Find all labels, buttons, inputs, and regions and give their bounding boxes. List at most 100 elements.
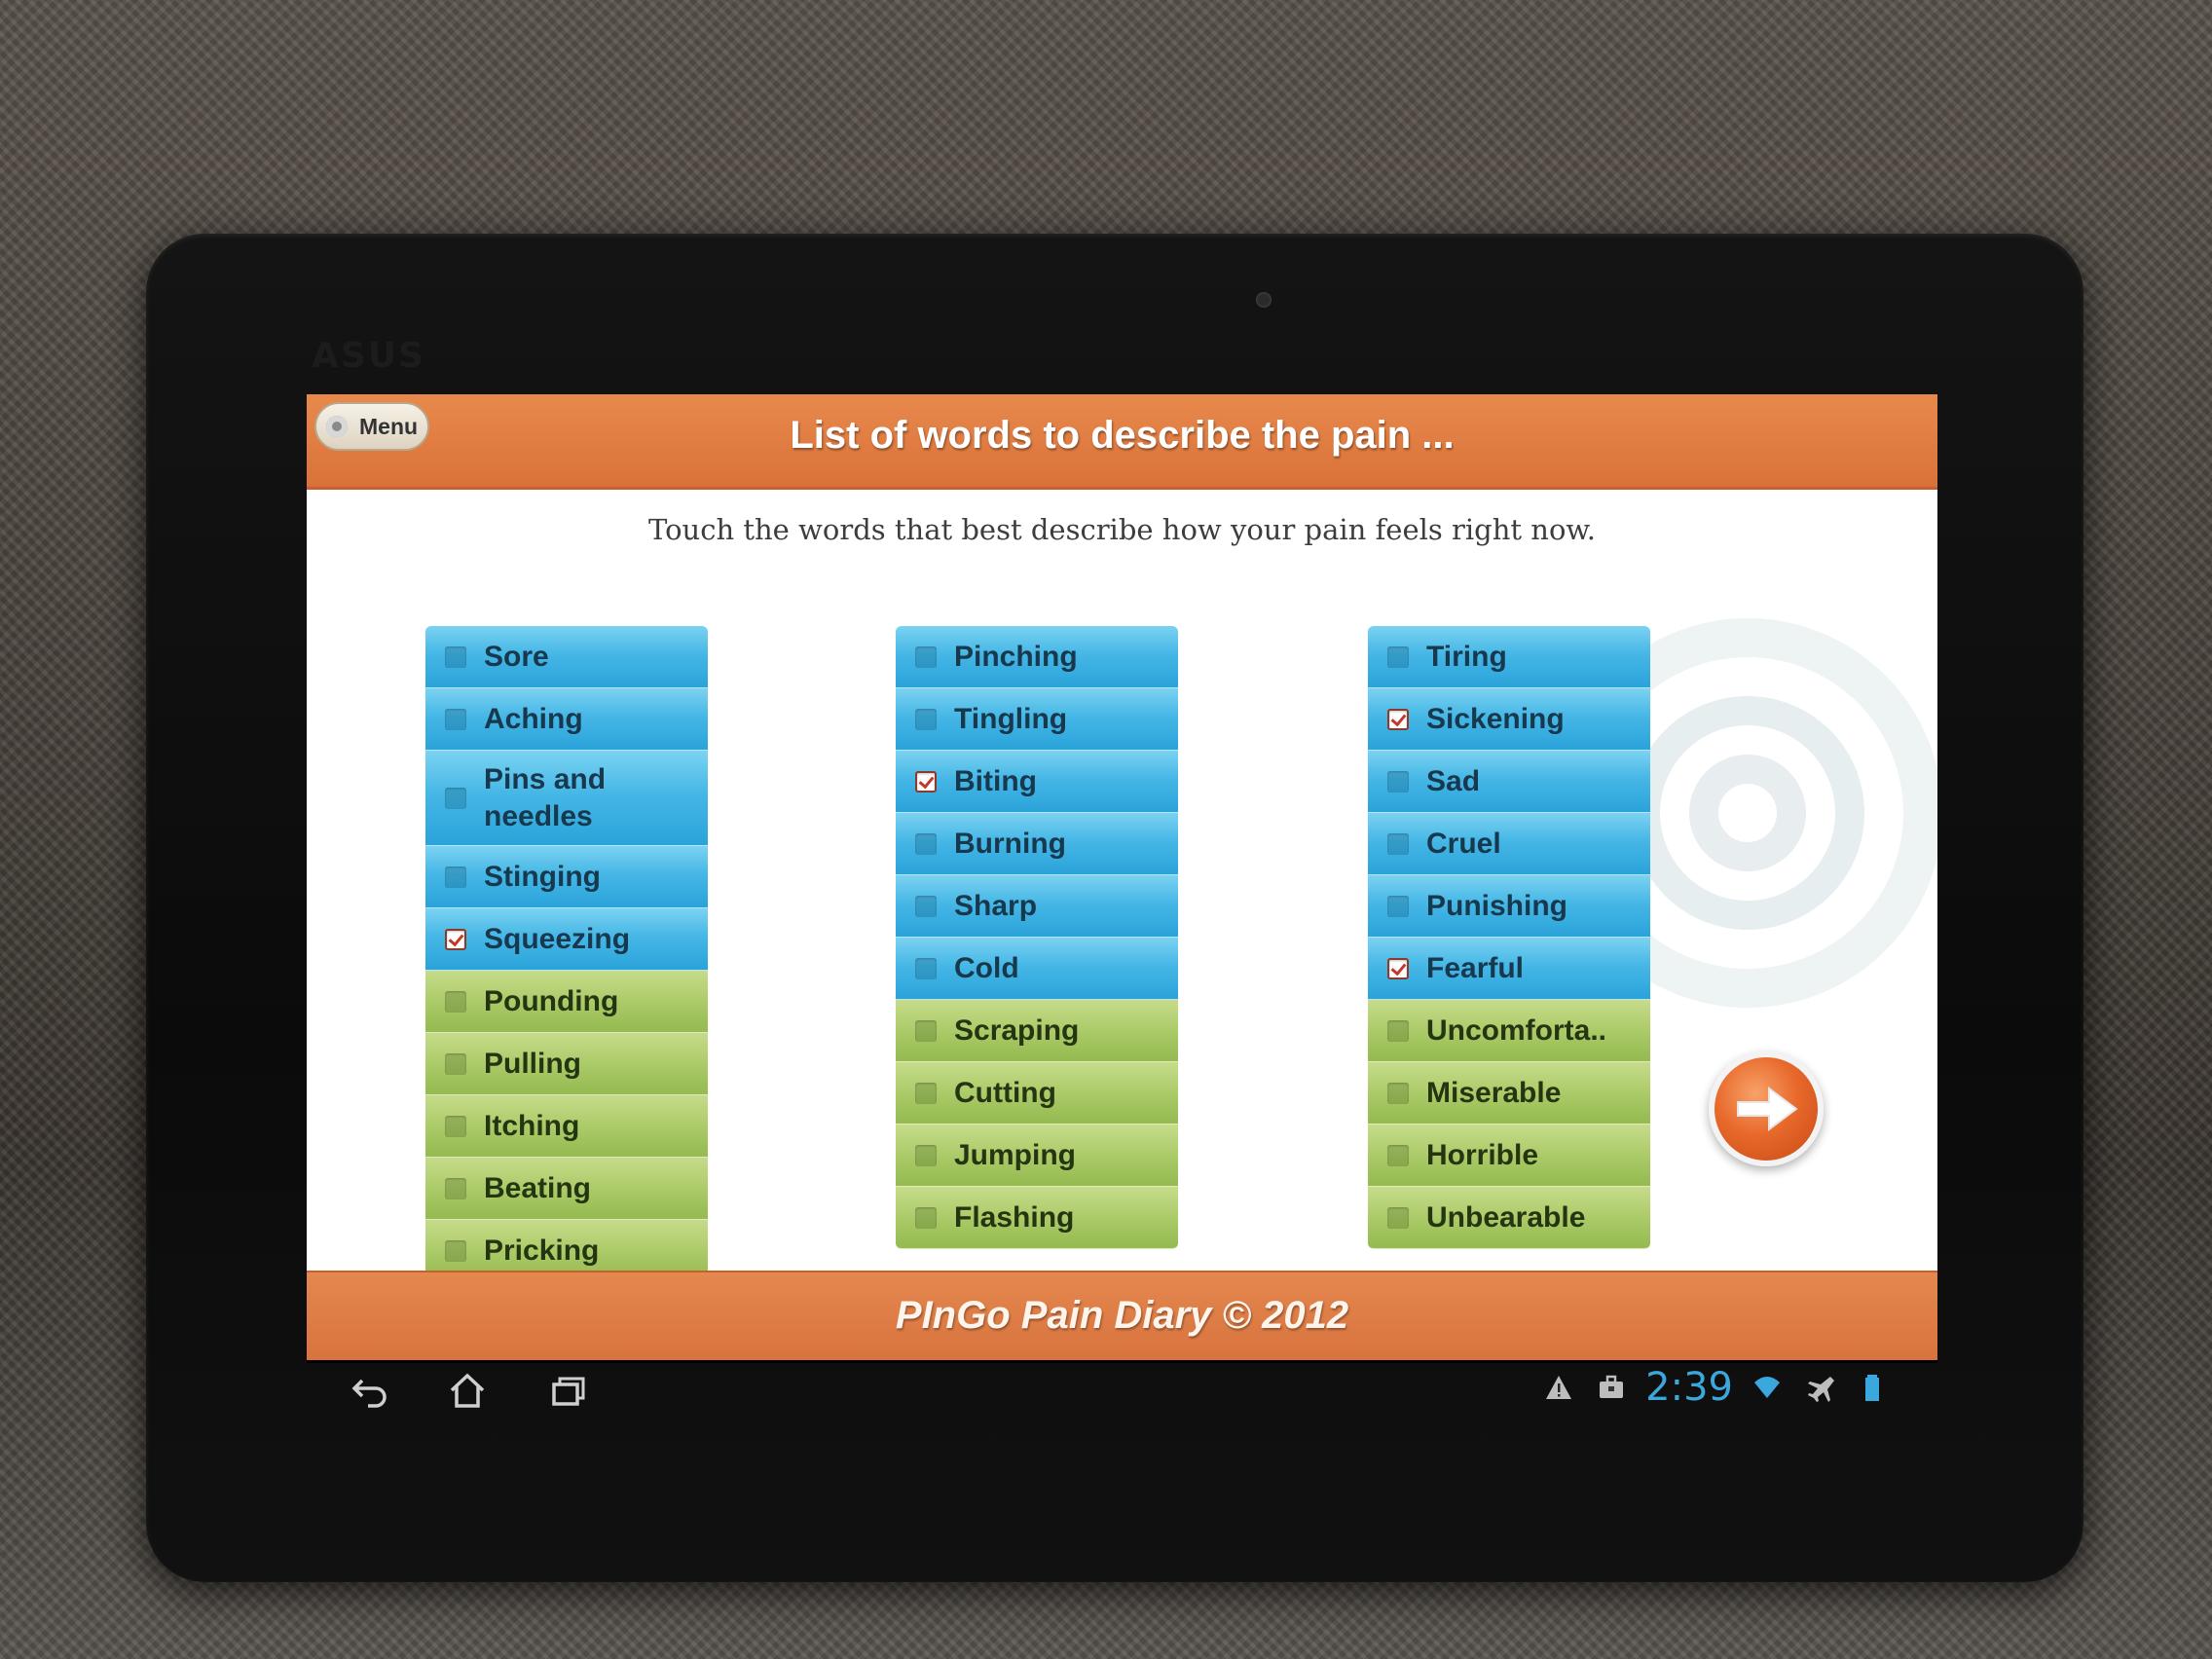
checkbox[interactable] [445, 1177, 466, 1199]
word-option-label: Cutting [954, 1076, 1056, 1109]
word-option-label: Burning [954, 827, 1066, 860]
word-option[interactable]: Pinching [896, 626, 1178, 688]
checkbox-checked[interactable] [1387, 708, 1409, 730]
checkbox[interactable] [915, 895, 937, 917]
checkbox[interactable] [445, 708, 466, 730]
checkbox-checked[interactable] [445, 928, 466, 950]
word-option[interactable]: Horrible [1368, 1124, 1650, 1187]
checkbox[interactable] [915, 1019, 937, 1042]
checkbox[interactable] [1387, 832, 1409, 855]
app-footer: PInGo Pain Diary © 2012 [307, 1271, 1937, 1360]
word-option[interactable]: Scraping [896, 1000, 1178, 1062]
word-option-label: Flashing [954, 1200, 1075, 1234]
word-option[interactable]: Itching [425, 1095, 708, 1158]
word-option-label: Horrible [1426, 1138, 1539, 1171]
word-option[interactable]: Stinging [425, 846, 708, 908]
app-header: Menu List of words to describe the pain … [307, 394, 1937, 490]
checkbox[interactable] [915, 1144, 937, 1166]
word-option[interactable]: Squeezing [425, 908, 708, 971]
back-icon[interactable] [350, 1371, 389, 1410]
word-option[interactable]: Miserable [1368, 1062, 1650, 1124]
status-area: 2:39 [1532, 1365, 1899, 1410]
word-option-label: Scraping [954, 1014, 1080, 1047]
checkbox[interactable] [1387, 1019, 1409, 1042]
word-option[interactable]: Aching [425, 688, 708, 751]
word-option-label: Pinching [954, 640, 1078, 673]
checkbox[interactable] [445, 1115, 466, 1137]
word-option-label: Uncomforta.. [1426, 1014, 1607, 1047]
word-option[interactable]: Sickening [1368, 688, 1650, 751]
word-option[interactable]: Jumping [896, 1124, 1178, 1187]
checkbox[interactable] [1387, 895, 1409, 917]
battery-icon [1865, 1375, 1879, 1401]
word-option[interactable]: Sore [425, 626, 708, 688]
word-option-label: Beating [484, 1171, 592, 1204]
checkbox[interactable] [915, 832, 937, 855]
status-clock: 2:39 [1645, 1365, 1733, 1410]
device-brand-logo: ASUS [312, 336, 425, 376]
checkbox[interactable] [445, 1239, 466, 1262]
checkbox[interactable] [915, 957, 937, 979]
word-option-label: Sad [1426, 764, 1481, 797]
checkbox[interactable] [445, 990, 466, 1013]
word-option[interactable]: Biting [896, 751, 1178, 813]
word-option-label: Fearful [1426, 951, 1525, 984]
checkbox[interactable] [915, 708, 937, 730]
word-option[interactable]: Tingling [896, 688, 1178, 751]
app-view: Menu List of words to describe the pain … [307, 394, 1937, 1360]
word-option[interactable]: Cold [896, 938, 1178, 1000]
word-option[interactable]: Unbearable [1368, 1187, 1650, 1249]
checkbox[interactable] [445, 866, 466, 888]
word-option-label: Punishing [1426, 889, 1567, 922]
word-option-label: Unbearable [1426, 1200, 1586, 1234]
word-option[interactable]: Flashing [896, 1187, 1178, 1249]
word-option-label: Aching [484, 702, 583, 735]
checkbox[interactable] [1387, 645, 1409, 668]
checkbox-checked[interactable] [915, 770, 937, 793]
checkbox[interactable] [445, 787, 466, 809]
warning-icon [1546, 1376, 1572, 1399]
checkbox[interactable] [1387, 1206, 1409, 1229]
word-option[interactable]: Sad [1368, 751, 1650, 813]
checkbox[interactable] [1387, 1144, 1409, 1166]
briefcase-icon [1600, 1375, 1624, 1398]
word-option[interactable]: Uncomforta.. [1368, 1000, 1650, 1062]
word-option[interactable]: Pounding [425, 971, 708, 1033]
word-option-label: Cold [954, 951, 1019, 984]
checkbox[interactable] [1387, 770, 1409, 793]
word-column-2: Pinching Tingling Biting Burning Sharp Cold Sc… [896, 626, 1178, 1249]
word-column-1: Sore Aching Pins and needles Stinging Squeez… [425, 626, 708, 1282]
word-option[interactable]: Burning [896, 813, 1178, 875]
checkbox[interactable] [445, 645, 466, 668]
word-option[interactable]: Punishing [1368, 875, 1650, 938]
page-title: List of words to describe the pain ... [790, 414, 1455, 457]
checkbox[interactable] [915, 1082, 937, 1104]
checkbox[interactable] [915, 1206, 937, 1229]
airplane-icon [1808, 1377, 1834, 1402]
home-icon[interactable] [448, 1371, 487, 1410]
recent-apps-icon[interactable] [550, 1371, 589, 1410]
device-screen: Menu List of words to describe the pain … [307, 394, 1937, 1363]
word-option[interactable]: Tiring [1368, 626, 1650, 688]
instruction-text: Touch the words that best describe how y… [647, 513, 1596, 546]
checkbox[interactable] [445, 1052, 466, 1075]
word-option[interactable]: Cruel [1368, 813, 1650, 875]
word-option-label: Pins and needles [484, 762, 607, 832]
word-option-label: Tiring [1426, 640, 1507, 673]
word-option-label: Miserable [1426, 1076, 1562, 1109]
word-option[interactable]: Pulling [425, 1033, 708, 1095]
word-option[interactable]: Cutting [896, 1062, 1178, 1124]
word-option[interactable]: Fearful [1368, 938, 1650, 1000]
checkbox[interactable] [1387, 1082, 1409, 1104]
word-column-3: Tiring Sickening Sad Cruel Punishing Fearful U… [1368, 626, 1650, 1249]
word-option-label: Sharp [954, 889, 1038, 922]
checkbox-checked[interactable] [1387, 957, 1409, 979]
word-option-label: Pricking [484, 1234, 600, 1267]
word-option[interactable]: Pins and needles [425, 751, 708, 846]
next-button[interactable] [1709, 1051, 1824, 1166]
word-option-label: Stinging [484, 860, 601, 893]
word-option[interactable]: Sharp [896, 875, 1178, 938]
word-option[interactable]: Beating [425, 1158, 708, 1220]
checkbox[interactable] [915, 645, 937, 668]
footer-copyright: PInGo Pain Diary © 2012 [895, 1294, 1349, 1337]
